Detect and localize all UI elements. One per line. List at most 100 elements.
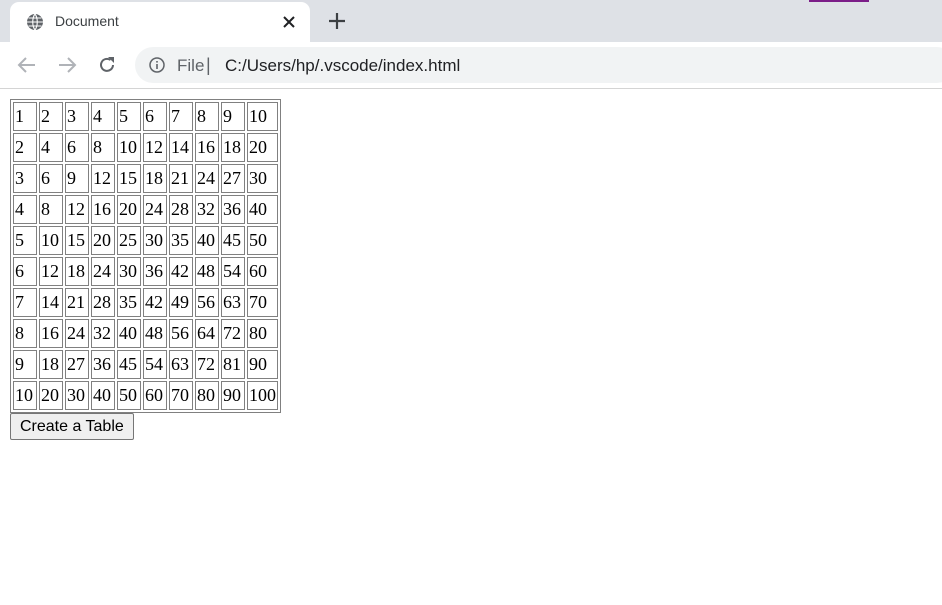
table-cell: 25 <box>117 226 141 255</box>
table-cell: 8 <box>91 133 115 162</box>
url-text[interactable]: C:/Users/hp/.vscode/index.html <box>225 56 460 76</box>
table-row: 3 6 9 12 15 18 21 24 27 30 <box>13 164 278 193</box>
table-cell: 35 <box>169 226 193 255</box>
table-cell: 18 <box>65 257 89 286</box>
table-cell: 36 <box>143 257 167 286</box>
table-cell: 5 <box>117 102 141 131</box>
table-cell: 18 <box>221 133 245 162</box>
table-cell: 20 <box>39 381 63 410</box>
table-cell: 45 <box>117 350 141 379</box>
table-cell: 21 <box>65 288 89 317</box>
table-cell: 50 <box>117 381 141 410</box>
table-cell: 81 <box>221 350 245 379</box>
scheme-label: File <box>177 56 205 75</box>
table-cell: 72 <box>221 319 245 348</box>
table-cell: 24 <box>195 164 219 193</box>
table-cell: 70 <box>169 381 193 410</box>
table-cell: 10 <box>13 381 37 410</box>
table-cell: 20 <box>91 226 115 255</box>
table-cell: 10 <box>117 133 141 162</box>
table-cell: 100 <box>247 381 278 410</box>
table-row: 1 2 3 4 5 6 7 8 9 10 <box>13 102 278 131</box>
table-cell: 2 <box>39 102 63 131</box>
globe-icon <box>26 13 44 31</box>
table-cell: 40 <box>117 319 141 348</box>
table-cell: 5 <box>13 226 37 255</box>
table-cell: 60 <box>143 381 167 410</box>
table-cell: 54 <box>221 257 245 286</box>
table-cell: 18 <box>39 350 63 379</box>
multiplication-table: 1 2 3 4 5 6 7 8 9 10 2 4 6 8 10 12 14 16 18 20 3 6 9 12 15 18 21 24… <box>10 99 281 413</box>
table-cell: 8 <box>13 319 37 348</box>
table-cell: 70 <box>247 288 278 317</box>
table-cell: 16 <box>195 133 219 162</box>
table-cell: 40 <box>91 381 115 410</box>
table-cell: 24 <box>91 257 115 286</box>
table-cell: 27 <box>221 164 245 193</box>
table-cell: 49 <box>169 288 193 317</box>
table-cell: 12 <box>39 257 63 286</box>
profile-accent-bar <box>809 0 869 2</box>
table-cell: 36 <box>91 350 115 379</box>
table-cell: 42 <box>143 288 167 317</box>
table-cell: 6 <box>143 102 167 131</box>
table-cell: 10 <box>39 226 63 255</box>
table-row: 6 12 18 24 30 36 42 48 54 60 <box>13 257 278 286</box>
table-cell: 63 <box>169 350 193 379</box>
table-cell: 3 <box>13 164 37 193</box>
page-content: 1 2 3 4 5 6 7 8 9 10 2 4 6 8 10 12 14 16 18 20 3 6 9 12 15 18 21 24… <box>10 99 281 440</box>
table-cell: 54 <box>143 350 167 379</box>
info-icon[interactable] <box>149 57 165 73</box>
table-cell: 90 <box>247 350 278 379</box>
table-cell: 30 <box>247 164 278 193</box>
arrow-left-icon[interactable] <box>17 55 37 75</box>
table-cell: 10 <box>247 102 278 131</box>
table-cell: 3 <box>65 102 89 131</box>
table-cell: 48 <box>195 257 219 286</box>
table-cell: 12 <box>65 195 89 224</box>
table-row: 9 18 27 36 45 54 63 72 81 90 <box>13 350 278 379</box>
table-cell: 6 <box>65 133 89 162</box>
table-cell: 28 <box>169 195 193 224</box>
table-cell: 8 <box>195 102 219 131</box>
arrow-right-icon[interactable] <box>57 55 77 75</box>
table-cell: 4 <box>39 133 63 162</box>
tab-document[interactable]: Document <box>10 2 310 42</box>
reload-icon[interactable] <box>97 55 117 75</box>
table-cell: 48 <box>143 319 167 348</box>
table-cell: 4 <box>13 195 37 224</box>
tab-strip: Document <box>0 0 942 42</box>
table-row: 10 20 30 40 50 60 70 80 90 100 <box>13 381 278 410</box>
table-cell: 24 <box>65 319 89 348</box>
table-cell: 9 <box>65 164 89 193</box>
table-cell: 80 <box>247 319 278 348</box>
table-cell: 27 <box>65 350 89 379</box>
table-cell: 20 <box>117 195 141 224</box>
close-icon[interactable] <box>281 14 297 30</box>
table-row: 4 8 12 16 20 24 28 32 36 40 <box>13 195 278 224</box>
create-table-button[interactable]: Create a Table <box>10 413 134 440</box>
table-cell: 42 <box>169 257 193 286</box>
table-cell: 40 <box>247 195 278 224</box>
table-cell: 16 <box>39 319 63 348</box>
table-cell: 30 <box>143 226 167 255</box>
tab-title: Document <box>55 13 119 29</box>
plus-icon[interactable] <box>327 11 347 31</box>
table-row: 7 14 21 28 35 42 49 56 63 70 <box>13 288 278 317</box>
table-cell: 18 <box>143 164 167 193</box>
table-cell: 15 <box>117 164 141 193</box>
browser-toolbar: File | C:/Users/hp/.vscode/index.html <box>0 42 942 89</box>
address-bar[interactable]: File | C:/Users/hp/.vscode/index.html <box>135 47 942 83</box>
table-cell: 14 <box>39 288 63 317</box>
table-cell: 32 <box>195 195 219 224</box>
table-cell: 14 <box>169 133 193 162</box>
table-cell: 24 <box>143 195 167 224</box>
table-cell: 60 <box>247 257 278 286</box>
table-cell: 12 <box>143 133 167 162</box>
table-cell: 36 <box>221 195 245 224</box>
table-cell: 30 <box>117 257 141 286</box>
table-row: 8 16 24 32 40 48 56 64 72 80 <box>13 319 278 348</box>
table-cell: 28 <box>91 288 115 317</box>
table-cell: 6 <box>13 257 37 286</box>
table-cell: 80 <box>195 381 219 410</box>
